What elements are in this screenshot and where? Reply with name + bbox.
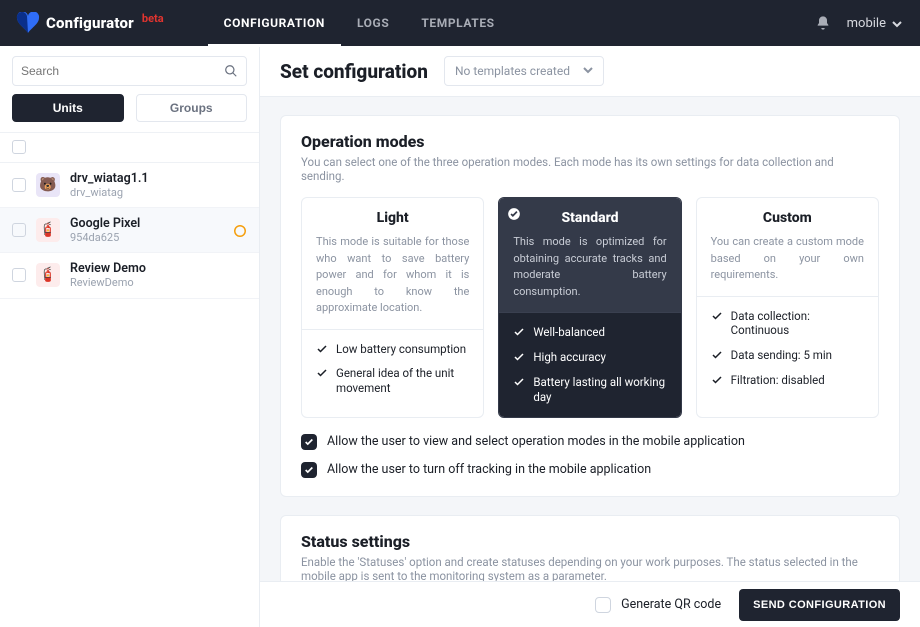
status-heading: Status settings	[301, 532, 879, 551]
mode-feature: Data collection: Continuous	[731, 309, 864, 339]
mode-name: Light	[316, 210, 469, 226]
mode-feature: Data sending: 5 min	[731, 348, 832, 363]
template-placeholder: No templates created	[455, 64, 570, 78]
segment-groups[interactable]: Groups	[136, 94, 248, 122]
tab-templates[interactable]: TEMPLATES	[405, 0, 510, 46]
generate-qr-checkbox[interactable]: Generate QR code	[595, 597, 721, 613]
unit-subtitle: drv_wiatag	[70, 186, 149, 199]
perm-view-modes[interactable]: Allow the user to view and select operat…	[301, 434, 879, 450]
mode-standard[interactable]: Standard This mode is optimized for obta…	[498, 197, 681, 418]
content-scroll[interactable]: Operation modes You can select one of th…	[260, 97, 920, 581]
mode-custom[interactable]: Custom You can create a custom mode base…	[696, 197, 879, 418]
check-icon	[513, 376, 525, 388]
tab-logs[interactable]: LOGS	[341, 0, 405, 46]
unit-subtitle: 954da625	[70, 231, 140, 244]
row-checkbox[interactable]	[12, 268, 26, 282]
bell-icon[interactable]	[815, 15, 831, 31]
mode-feature: Filtration: disabled	[731, 373, 825, 388]
search-icon	[224, 64, 238, 78]
card-status-settings: Status settings Enable the 'Statuses' op…	[280, 515, 900, 581]
unit-title: Google Pixel	[70, 216, 140, 231]
check-icon	[711, 374, 723, 386]
chevron-down-icon	[583, 64, 593, 78]
check-icon	[513, 326, 525, 338]
search-field[interactable]	[21, 64, 224, 78]
row-checkbox[interactable]	[12, 178, 26, 192]
search-input[interactable]	[12, 56, 247, 86]
brand-name: Configurator	[46, 14, 134, 32]
brand-logo: Configurator beta	[16, 12, 164, 34]
heart-icon	[16, 12, 40, 34]
sidebar: Units Groups 🐻 drv_wiatag1.1 drv_wiatag …	[0, 46, 260, 627]
avatar-icon: 🐻	[36, 173, 60, 197]
unit-subtitle: ReviewDemo	[70, 276, 146, 289]
modes-grid: Light This mode is suitable for those wh…	[301, 197, 879, 418]
main-panel: Set configuration No templates created O…	[260, 46, 920, 627]
chevron-down-icon	[892, 18, 902, 28]
check-icon	[513, 351, 525, 363]
nav-tabs: CONFIGURATION LOGS TEMPLATES	[208, 0, 511, 46]
page-title: Set configuration	[280, 60, 428, 83]
generate-qr-label: Generate QR code	[621, 597, 721, 612]
checkbox-icon	[301, 434, 317, 450]
mode-desc: You can create a custom mode based on yo…	[711, 234, 864, 284]
footer-bar: Generate QR code SEND CONFIGURATION	[260, 581, 920, 627]
checkbox-icon	[595, 597, 611, 613]
mode-desc: This mode is suitable for those who want…	[316, 234, 469, 317]
send-configuration-button[interactable]: SEND CONFIGURATION	[739, 589, 900, 621]
mode-desc: This mode is optimized for obtaining acc…	[513, 234, 666, 300]
unit-list: 🐻 drv_wiatag1.1 drv_wiatag 🧯 Google Pixe…	[0, 163, 259, 627]
mode-feature: Low battery consumption	[336, 342, 466, 357]
list-item[interactable]: 🐻 drv_wiatag1.1 drv_wiatag	[0, 163, 259, 208]
perm-label: Allow the user to view and select operat…	[327, 434, 745, 449]
mode-name: Standard	[513, 210, 666, 226]
unit-title: drv_wiatag1.1	[70, 171, 149, 186]
selected-indicator-icon	[507, 206, 521, 220]
select-all-row	[0, 132, 259, 163]
account-menu[interactable]: mobile	[847, 16, 902, 31]
row-checkbox[interactable]	[12, 223, 26, 237]
mode-feature: General idea of the unit movement	[336, 366, 469, 396]
operation-modes-subheading: You can select one of the three operatio…	[301, 155, 879, 183]
mode-feature: High accuracy	[533, 350, 606, 365]
beta-badge: beta	[142, 12, 164, 25]
card-operation-modes: Operation modes You can select one of th…	[280, 115, 900, 497]
check-icon	[711, 310, 723, 322]
mode-light[interactable]: Light This mode is suitable for those wh…	[301, 197, 484, 418]
avatar-icon: 🧯	[36, 263, 60, 287]
status-subheading: Enable the 'Statuses' option and create …	[301, 555, 879, 581]
app-header: Configurator beta CONFIGURATION LOGS TEM…	[0, 0, 920, 46]
check-icon	[711, 349, 723, 361]
perm-label: Allow the user to turn off tracking in t…	[327, 462, 651, 477]
page-topbar: Set configuration No templates created	[260, 46, 920, 97]
check-icon	[316, 367, 328, 379]
check-icon	[316, 343, 328, 355]
mode-name: Custom	[711, 210, 864, 226]
segment-units[interactable]: Units	[12, 94, 124, 122]
perm-turnoff-tracking[interactable]: Allow the user to turn off tracking in t…	[301, 462, 879, 478]
select-all-checkbox[interactable]	[12, 140, 26, 154]
template-select[interactable]: No templates created	[444, 56, 604, 86]
operation-modes-heading: Operation modes	[301, 132, 879, 151]
warning-icon	[233, 223, 247, 237]
mode-feature: Well-balanced	[533, 325, 605, 340]
avatar-icon: 🧯	[36, 218, 60, 242]
mode-feature: Battery lasting all working day	[533, 375, 666, 405]
checkbox-icon	[301, 462, 317, 478]
unit-title: Review Demo	[70, 261, 146, 276]
segment-toggle: Units Groups	[0, 94, 259, 132]
account-label: mobile	[847, 16, 886, 31]
list-item[interactable]: 🧯 Review Demo ReviewDemo	[0, 253, 259, 298]
tab-configuration[interactable]: CONFIGURATION	[208, 0, 341, 46]
list-item[interactable]: 🧯 Google Pixel 954da625	[0, 208, 259, 253]
